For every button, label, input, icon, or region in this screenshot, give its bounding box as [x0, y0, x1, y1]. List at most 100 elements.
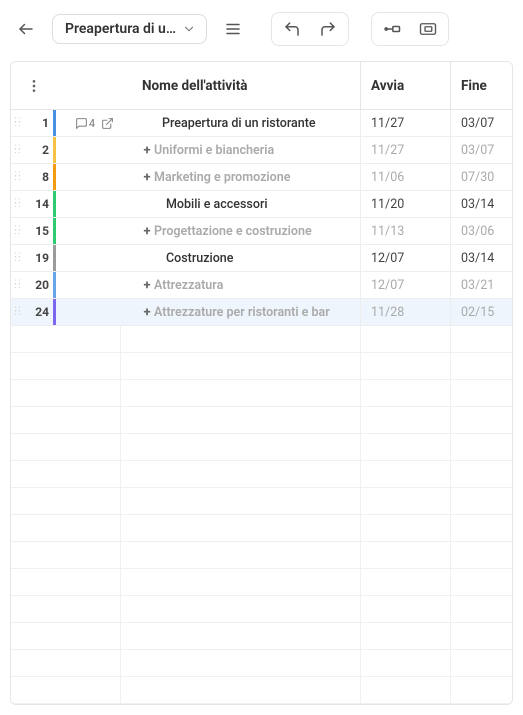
toolbar: Preapertura di u…	[0, 0, 523, 57]
drag-handle[interactable]: ∷∷	[11, 218, 25, 244]
end-date-cell[interactable]: 02/15	[450, 299, 512, 325]
menu-button[interactable]	[217, 13, 249, 45]
empty-row[interactable]	[11, 326, 512, 353]
start-date-cell[interactable]: 12/07	[360, 245, 450, 271]
expand-toggle[interactable]: +	[142, 305, 152, 320]
empty-row[interactable]	[11, 515, 512, 542]
column-header-name[interactable]: Nome dell'attività	[120, 62, 360, 109]
empty-row[interactable]	[11, 461, 512, 488]
drag-handle[interactable]: ∷∷	[11, 299, 25, 325]
back-button[interactable]	[10, 13, 42, 45]
undo-redo-group	[271, 12, 349, 46]
start-date-cell[interactable]: 11/13	[360, 218, 450, 244]
start-date-cell[interactable]: 11/27	[360, 110, 450, 136]
end-date-cell[interactable]: 03/14	[450, 245, 512, 271]
drag-handle[interactable]: ∷∷	[11, 110, 25, 136]
start-date-cell[interactable]: 11/20	[360, 191, 450, 217]
end-date-cell[interactable]: 07/30	[450, 164, 512, 190]
row-number: 8	[25, 164, 53, 190]
start-date-cell[interactable]: 12/07	[360, 272, 450, 298]
task-name-cell[interactable]: +Attrezzature per ristoranti e bar	[120, 299, 360, 325]
task-row[interactable]: ∷∷24+Attrezzature per ristoranti e bar11…	[11, 299, 512, 326]
row-extra	[56, 245, 120, 271]
task-grid: Nome dell'attività Avvia Fine ∷∷14Preape…	[10, 61, 513, 705]
row-number: 19	[25, 245, 53, 271]
end-date-cell[interactable]: 03/07	[450, 137, 512, 163]
row-extra	[56, 299, 120, 325]
empty-row[interactable]	[11, 623, 512, 650]
task-name-cell[interactable]: +Progettazione e costruzione	[120, 218, 360, 244]
row-number: 24	[25, 299, 53, 325]
column-header-end[interactable]: Fine	[450, 62, 512, 109]
task-name: Progettazione e costruzione	[154, 224, 312, 239]
row-extra	[56, 272, 120, 298]
empty-row[interactable]	[11, 407, 512, 434]
end-date-cell[interactable]: 03/21	[450, 272, 512, 298]
task-name: Attrezzatura	[154, 278, 223, 293]
empty-row[interactable]	[11, 434, 512, 461]
drag-handle[interactable]: ∷∷	[11, 272, 25, 298]
drag-handle[interactable]: ∷∷	[11, 191, 25, 217]
drag-handle[interactable]: ∷∷	[11, 137, 25, 163]
task-row[interactable]: ∷∷19 Costruzione 12/0703/14	[11, 245, 512, 272]
task-name: Costruzione	[166, 251, 233, 266]
task-row[interactable]: ∷∷8+Marketing e promozione11/0607/30	[11, 164, 512, 191]
end-date-cell[interactable]: 03/07	[450, 110, 512, 136]
redo-button[interactable]	[310, 15, 346, 43]
task-name-cell[interactable]: +Uniformi e biancheria	[120, 137, 360, 163]
sheet-title-dropdown[interactable]: Preapertura di u…	[52, 14, 207, 44]
task-row[interactable]: ∷∷2+Uniformi e biancheria11/2703/07	[11, 137, 512, 164]
undo-button[interactable]	[274, 15, 310, 43]
row-number: 2	[25, 137, 53, 163]
chevron-down-icon	[182, 22, 196, 36]
task-name: Mobili e accessori	[166, 197, 268, 212]
expand-toggle[interactable]: +	[142, 278, 152, 293]
task-name: Uniformi e biancheria	[154, 143, 274, 158]
row-extra	[56, 191, 120, 217]
empty-row[interactable]	[11, 650, 512, 677]
drag-handle[interactable]: ∷∷	[11, 245, 25, 271]
task-row[interactable]: ∷∷14 Mobili e accessori 11/2003/14	[11, 191, 512, 218]
task-row[interactable]: ∷∷15+Progettazione e costruzione11/1303/…	[11, 218, 512, 245]
row-extra: 4	[56, 110, 120, 136]
header-row: Nome dell'attività Avvia Fine	[11, 62, 512, 110]
view-group	[371, 12, 449, 46]
task-name-cell[interactable]: +Attrezzatura	[120, 272, 360, 298]
column-header-start[interactable]: Avvia	[360, 62, 450, 109]
end-date-cell[interactable]: 03/14	[450, 191, 512, 217]
empty-row[interactable]	[11, 542, 512, 569]
drag-handle[interactable]: ∷∷	[11, 164, 25, 190]
row-number: 1	[25, 110, 53, 136]
end-date-cell[interactable]: 03/06	[450, 218, 512, 244]
expand-toggle[interactable]: +	[142, 170, 152, 185]
row-number: 15	[25, 218, 53, 244]
task-name: Preapertura di un ristorante	[162, 116, 316, 131]
task-row[interactable]: ∷∷20+Attrezzatura12/0703/21	[11, 272, 512, 299]
empty-row[interactable]	[11, 380, 512, 407]
row-extra	[56, 164, 120, 190]
external-link-icon[interactable]	[101, 117, 114, 130]
task-row[interactable]: ∷∷1 4 Preapertura di un ristorante 11/2703/…	[11, 110, 512, 137]
start-date-cell[interactable]: 11/27	[360, 137, 450, 163]
empty-row[interactable]	[11, 677, 512, 704]
task-name: Marketing e promozione	[154, 170, 290, 185]
task-name-cell[interactable]: Costruzione	[120, 245, 360, 271]
layout-button[interactable]	[410, 15, 446, 43]
expand-toggle[interactable]: +	[142, 224, 152, 239]
empty-row[interactable]	[11, 488, 512, 515]
empty-row[interactable]	[11, 596, 512, 623]
empty-row[interactable]	[11, 353, 512, 380]
row-number: 14	[25, 191, 53, 217]
start-date-cell[interactable]: 11/06	[360, 164, 450, 190]
outdent-button[interactable]	[374, 15, 410, 43]
comment-badge[interactable]: 4	[75, 117, 95, 130]
empty-row[interactable]	[11, 569, 512, 596]
task-name: Attrezzature per ristoranti e bar	[154, 305, 330, 320]
task-name-cell[interactable]: Preapertura di un ristorante	[120, 110, 360, 136]
expand-toggle[interactable]: +	[142, 143, 152, 158]
task-name-cell[interactable]: Mobili e accessori	[120, 191, 360, 217]
start-date-cell[interactable]: 11/28	[360, 299, 450, 325]
row-menu-button[interactable]	[26, 78, 42, 94]
task-name-cell[interactable]: +Marketing e promozione	[120, 164, 360, 190]
row-number: 20	[25, 272, 53, 298]
